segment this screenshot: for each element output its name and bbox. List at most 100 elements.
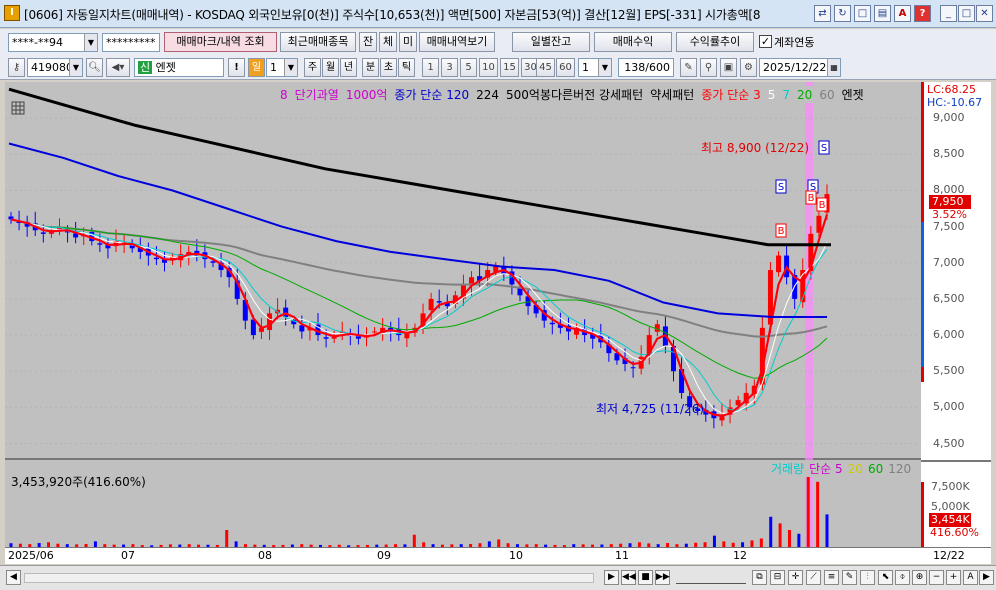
chevron-down-icon[interactable]: ▼: [284, 59, 297, 76]
period-count-select[interactable]: 1 ▼: [266, 58, 298, 77]
password-field[interactable]: *********: [102, 33, 160, 52]
text-size-icon[interactable]: A: [963, 570, 978, 585]
period-month-button[interactable]: 월: [322, 58, 339, 77]
period-count: 1: [270, 61, 277, 74]
legend-item-7[interactable]: 종가 단순 3: [701, 88, 760, 102]
price-axis[interactable]: LC:68.25 HC:-10.67 9,000 8,500 8,000 7,500 7…: [921, 82, 991, 548]
pattern-icon[interactable]: ⚲: [700, 58, 717, 77]
legend-item-8[interactable]: 5: [768, 88, 776, 102]
fib-icon[interactable]: ≡: [824, 570, 839, 585]
draw-icon[interactable]: ✎: [842, 570, 857, 585]
x-label-09: 09: [377, 549, 391, 562]
tools-icon[interactable]: ✎: [680, 58, 697, 77]
window-icon[interactable]: □: [854, 5, 871, 22]
save-icon[interactable]: ▣: [720, 58, 737, 77]
scroll-left-icon[interactable]: ◀: [6, 570, 21, 585]
chart-type-icon[interactable]: ⫶: [860, 570, 875, 585]
maximize-button[interactable]: □: [958, 5, 975, 22]
legend-item-3[interactable]: 종가 단순 120: [394, 88, 469, 102]
chevron-down-icon[interactable]: ▼: [598, 59, 611, 76]
refresh-icon[interactable]: ↻: [834, 5, 851, 22]
stock-code-input[interactable]: 419080 ▼: [27, 58, 83, 77]
period-day-button[interactable]: 일: [248, 58, 265, 77]
play-icon[interactable]: ▶: [604, 570, 619, 585]
legend-item-12[interactable]: 엔젯: [842, 88, 864, 102]
legend-item-11[interactable]: 60: [819, 88, 834, 102]
signal-marker-buy: B: [819, 200, 826, 211]
trendline-icon[interactable]: ⟋: [806, 570, 821, 585]
trade-mark-query-button[interactable]: 매매마크/내역 조회: [164, 32, 277, 52]
legend-item-10[interactable]: 20: [797, 88, 812, 102]
volume-legend-item-2[interactable]: 20: [848, 462, 863, 476]
scroll-right-icon[interactable]: ▶: [979, 570, 994, 585]
volume-legend-item-3[interactable]: 60: [868, 462, 883, 476]
interval-1-button[interactable]: 1: [422, 58, 439, 77]
alert-mark-icon[interactable]: !: [228, 58, 245, 77]
executed-button[interactable]: 체: [379, 32, 397, 52]
link-icon[interactable]: ⇄: [814, 5, 831, 22]
date-axis[interactable]: 2025/06 07 08 09 10 11 12 12/22: [5, 547, 991, 564]
alert-icon[interactable]: A: [894, 5, 911, 22]
interval-5-button[interactable]: 5: [460, 58, 477, 77]
volume-legend-item-4[interactable]: 120: [888, 462, 911, 476]
candle-body: [355, 336, 361, 339]
layout-icon[interactable]: ⧉: [752, 570, 767, 585]
split-icon[interactable]: ⊟: [770, 570, 785, 585]
zoom-in-icon[interactable]: +: [946, 570, 961, 585]
zoom-out-icon[interactable]: −: [929, 570, 944, 585]
legend-item-0[interactable]: 8: [280, 88, 288, 102]
legend-item-2[interactable]: 1000억: [346, 88, 388, 102]
speed-slider[interactable]: [676, 572, 746, 584]
period-week-button[interactable]: 주: [304, 58, 321, 77]
chart-area[interactable]: SSSBBB 8 단기과열 1000억 종가 단순 120 224 500억봉다른버전 강…: [5, 82, 991, 564]
end-date-input[interactable]: 2025/12/22 ▦: [759, 58, 841, 77]
interval-3-button[interactable]: 3: [441, 58, 458, 77]
key-icon[interactable]: ⚷: [8, 58, 25, 77]
calendar-icon[interactable]: ▦: [827, 59, 840, 76]
bar-count-input[interactable]: 138/600: [618, 58, 674, 77]
daily-balance-button[interactable]: 일별잔고: [512, 32, 590, 52]
period-minute-button[interactable]: 분: [362, 58, 379, 77]
rewind-icon[interactable]: ◀◀: [621, 570, 636, 585]
pending-button[interactable]: 미: [399, 32, 417, 52]
volume-legend-item-0[interactable]: 거래량: [771, 462, 804, 476]
crosshair-icon[interactable]: ✛: [788, 570, 803, 585]
interval-10-button[interactable]: 10: [479, 58, 498, 77]
pointer-icon[interactable]: ⬉: [878, 570, 893, 585]
stop-icon[interactable]: ■: [638, 570, 653, 585]
return-trend-button[interactable]: 수익률추이: [676, 32, 754, 52]
interval-15-button[interactable]: 15: [500, 58, 519, 77]
recent-trades-button[interactable]: 최근매매종목: [280, 32, 356, 52]
account-linked-checkbox[interactable]: ✓: [759, 35, 772, 48]
speaker-icon[interactable]: ◀▾: [106, 58, 130, 77]
forward-icon[interactable]: ▶▶: [655, 570, 670, 585]
legend-item-6[interactable]: 약세패턴: [650, 88, 694, 102]
account-select[interactable]: ****-**94 ▼: [8, 33, 98, 52]
chevron-down-icon[interactable]: ▼: [69, 59, 82, 76]
legend-item-4[interactable]: 224: [476, 88, 499, 102]
chevron-down-icon[interactable]: ▼: [84, 34, 97, 51]
settings-icon[interactable]: ⚙: [740, 58, 757, 77]
view-trades-button[interactable]: 매매내역보기: [419, 32, 495, 52]
minimize-button[interactable]: _: [940, 5, 957, 22]
legend-item-5[interactable]: 500억봉다른버전 강세패턴: [506, 88, 643, 102]
interval-45-button[interactable]: 45: [536, 58, 555, 77]
period-year-button[interactable]: 년: [340, 58, 357, 77]
legend-item-1[interactable]: 단기과열: [295, 88, 339, 102]
period-second-button[interactable]: 초: [380, 58, 397, 77]
tick-value-select[interactable]: 1 ▼: [578, 58, 612, 77]
horizontal-scrollbar[interactable]: [24, 573, 594, 583]
period-tick-button[interactable]: 틱: [398, 58, 415, 77]
legend-item-9[interactable]: 7: [782, 88, 790, 102]
close-button[interactable]: ✕: [976, 5, 993, 22]
print-icon[interactable]: ▤: [874, 5, 891, 22]
camera-icon[interactable]: ⌽: [895, 570, 910, 585]
balance-button[interactable]: 잔: [359, 32, 377, 52]
interval-60-button[interactable]: 60: [556, 58, 575, 77]
zoom-icon[interactable]: ⊕: [912, 570, 927, 585]
stock-name-field[interactable]: 신 엔젯: [134, 58, 224, 77]
search-icon[interactable]: 🔍︎: [86, 58, 103, 77]
help-icon[interactable]: ?: [914, 5, 931, 22]
volume-legend-item-1[interactable]: 단순 5: [809, 462, 843, 476]
trade-profit-button[interactable]: 매매수익: [594, 32, 672, 52]
